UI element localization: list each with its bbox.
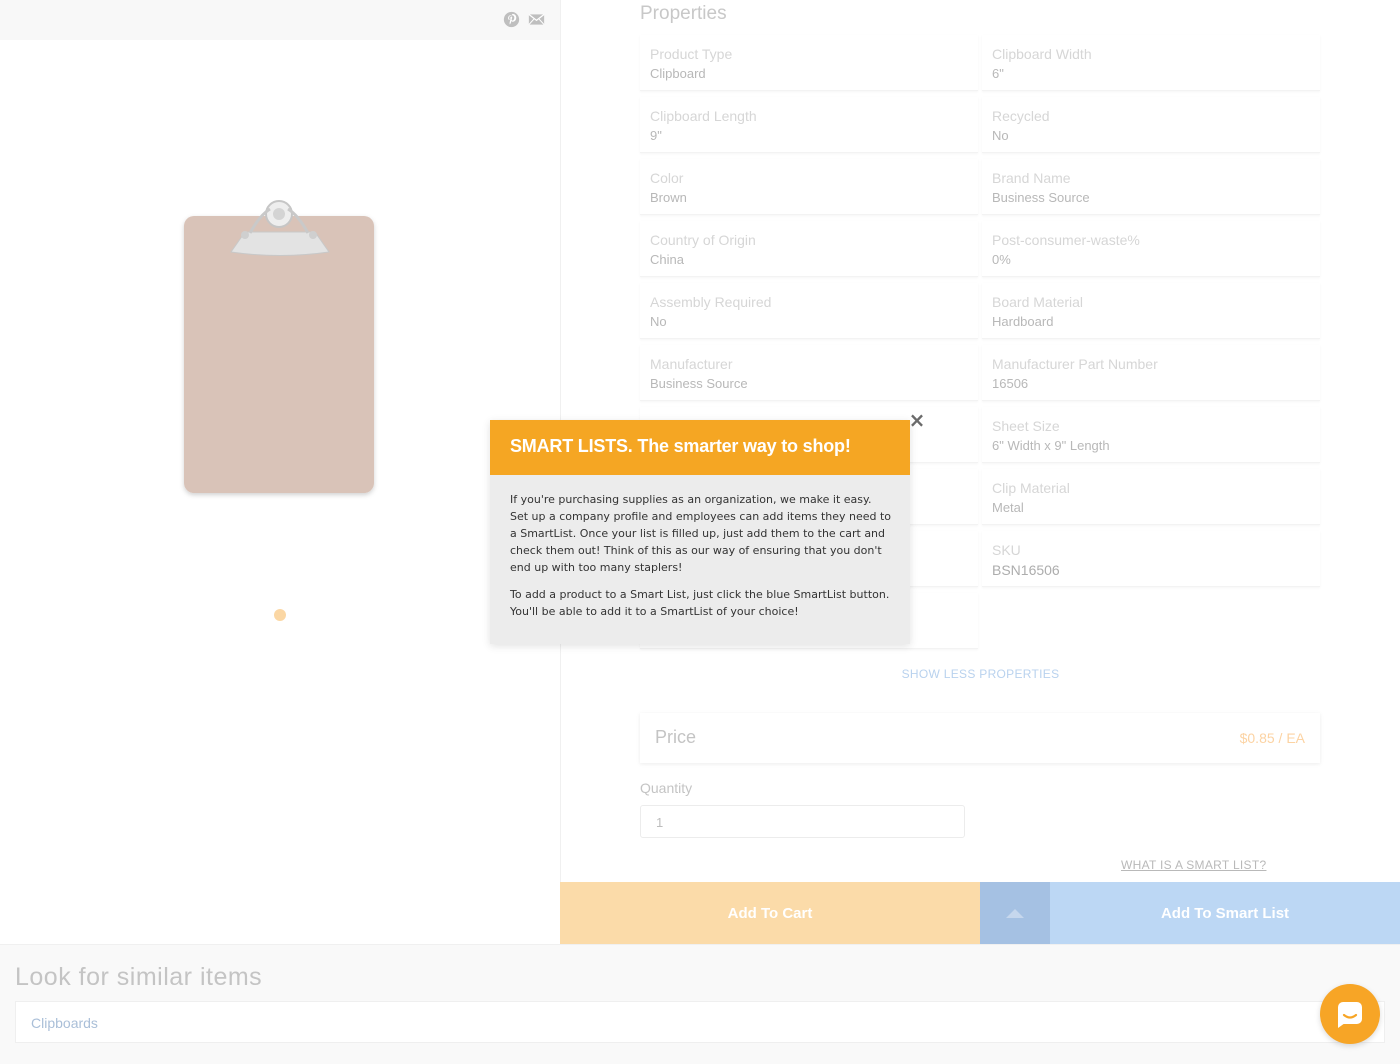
product-gallery: [0, 0, 560, 944]
smart-list-dropdown-toggle[interactable]: [980, 882, 1050, 944]
property-value: 6" Width x 9" Length: [992, 438, 1110, 453]
clipboard-image: [184, 200, 374, 493]
property-label: Product Type: [650, 46, 733, 62]
property-label: Clipboard Length: [650, 108, 757, 124]
property-label: Assembly Required: [650, 294, 772, 310]
property-label: SKU: [992, 542, 1021, 558]
property-manufacturer-part-number: Manufacturer Part Number 16506: [982, 345, 1320, 401]
property-post-consumer-waste: Post-consumer-waste% 0%: [982, 221, 1320, 277]
property-value: Business Source: [992, 190, 1090, 205]
caret-up-icon: [1006, 908, 1024, 918]
add-to-smart-list-label: Add To Smart List: [1160, 904, 1290, 922]
property-color: Color Brown: [640, 159, 978, 215]
modal-title: SMART LISTS. The smarter way to shop!: [510, 436, 851, 456]
price-value: $0.85 / EA: [1239, 730, 1305, 746]
quantity-value: 1: [656, 815, 664, 830]
price-label: Price: [655, 727, 697, 747]
property-clip-material: Clip Material Metal: [982, 469, 1320, 525]
share-bar: [0, 0, 560, 40]
property-recycled: Recycled No: [982, 97, 1320, 153]
add-to-cart-label: Add To Cart: [727, 904, 813, 922]
property-value: No: [650, 314, 667, 329]
property-sheet-size: Sheet Size 6" Width x 9" Length: [982, 407, 1320, 463]
property-board-material: Board Material Hardboard: [982, 283, 1320, 339]
property-assembly-required: Assembly Required No: [640, 283, 978, 339]
property-value: BSN16506: [992, 562, 1060, 578]
property-value: 0%: [992, 252, 1011, 267]
property-value: Clipboard: [650, 66, 706, 81]
add-to-cart-button[interactable]: Add To Cart: [560, 882, 980, 944]
property-label: Clip Material: [992, 480, 1070, 496]
property-product-type: Product Type Clipboard: [640, 35, 978, 91]
modal-paragraph: If you're purchasing supplies as an orga…: [510, 493, 892, 574]
property-label: Brand Name: [992, 170, 1071, 186]
property-clipboard-width: Clipboard Width 6": [982, 35, 1320, 91]
pinterest-icon[interactable]: [503, 11, 520, 28]
property-clipboard-length: Clipboard Length 9": [640, 97, 978, 153]
property-label: Color: [650, 170, 684, 186]
email-icon[interactable]: [528, 11, 545, 28]
property-value: 16506: [992, 376, 1029, 391]
show-less-properties-link[interactable]: SHOW LESS PROPERTIES: [561, 667, 1400, 681]
what-is-smart-list-link[interactable]: WHAT IS A SMART LIST?: [1121, 858, 1266, 872]
property-value: Brown: [650, 190, 687, 205]
price-box: Price $0.85 / EA: [640, 713, 1320, 763]
property-value: Business Source: [650, 376, 748, 391]
modal-body: If you're purchasing supplies as an orga…: [510, 491, 892, 630]
property-label: Country of Origin: [650, 232, 756, 248]
property-label: Manufacturer Part Number: [992, 356, 1158, 372]
property-value: Metal: [992, 500, 1024, 515]
property-label: Clipboard Width: [992, 46, 1092, 62]
property-value: Hardboard: [992, 314, 1054, 329]
modal-header: SMART LISTS. The smarter way to shop!: [490, 420, 910, 475]
property-value: No: [992, 128, 1009, 143]
smart-lists-modal: SMART LISTS. The smarter way to shop! If…: [490, 420, 910, 644]
similar-items-value: Clipboards: [31, 1015, 98, 1031]
property-country-of-origin: Country of Origin China: [640, 221, 978, 277]
property-label: Manufacturer: [650, 356, 733, 372]
carousel-dot[interactable]: [274, 609, 286, 621]
quantity-label: Quantity: [640, 780, 693, 796]
property-manufacturer: Manufacturer Business Source: [640, 345, 978, 401]
add-to-smart-list-button[interactable]: Add To Smart List: [1050, 882, 1400, 944]
modal-paragraph: To add a product to a Smart List, just c…: [510, 588, 890, 618]
property-value: China: [650, 252, 684, 267]
similar-items-select[interactable]: Clipboards: [15, 1001, 1385, 1043]
property-label: Board Material: [992, 294, 1084, 310]
property-label: Recycled: [992, 108, 1050, 124]
property-label: Sheet Size: [992, 418, 1060, 434]
property-label: Post-consumer-waste%: [992, 232, 1140, 248]
chat-icon: [1338, 1002, 1362, 1028]
similar-items-title: Look for similar items: [15, 963, 263, 991]
similar-items-section: Look for similar items Clipboards: [0, 944, 1400, 1064]
properties-title: Properties: [640, 3, 727, 24]
quantity-input[interactable]: 1: [640, 805, 965, 838]
chat-launcher-button[interactable]: [1320, 984, 1380, 1044]
property-sku: SKU BSN16506: [982, 531, 1320, 587]
property-value: 9": [650, 128, 662, 143]
property-value: 6": [992, 66, 1004, 81]
property-brand-name: Brand Name Business Source: [982, 159, 1320, 215]
close-icon[interactable]: ×: [908, 410, 926, 430]
